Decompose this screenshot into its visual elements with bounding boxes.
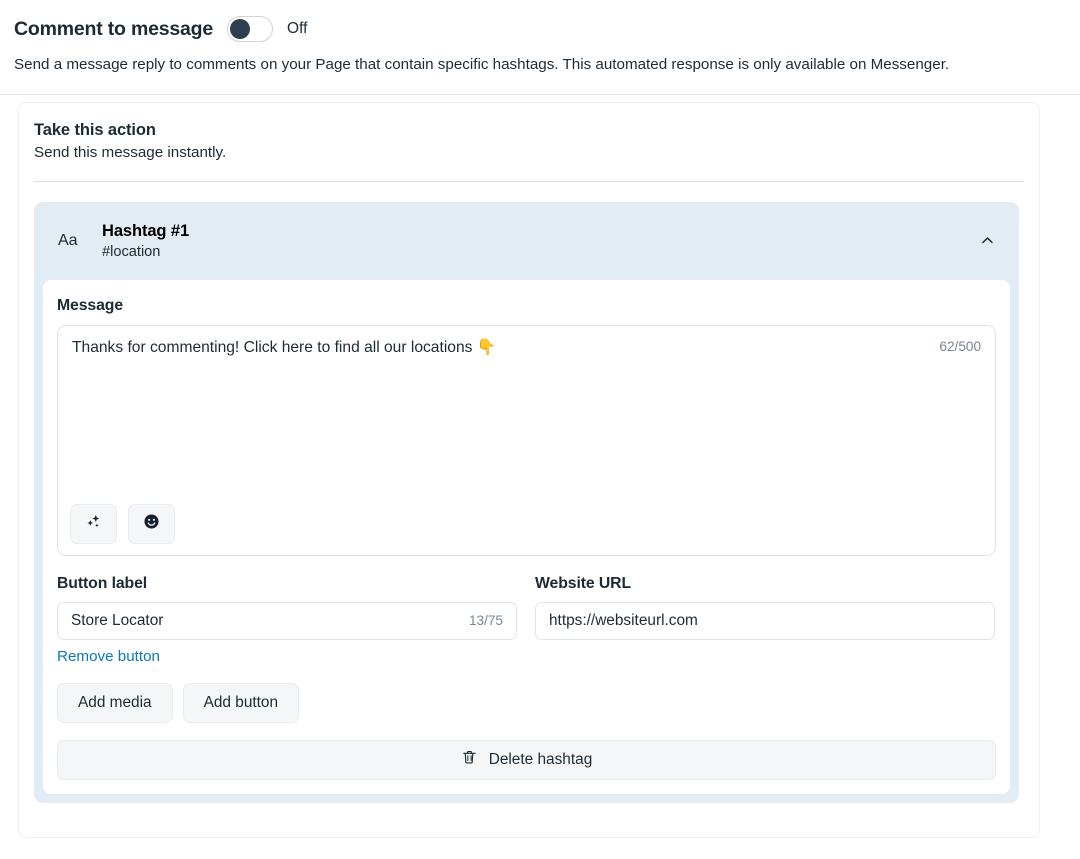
section-divider bbox=[34, 180, 1024, 182]
message-char-counter: 62/500 bbox=[939, 338, 981, 354]
trash-icon bbox=[461, 749, 478, 771]
button-fields-row: Button label Store Locator 13/75 Remove … bbox=[57, 575, 996, 666]
website-url-input[interactable]: https://websiteurl.com bbox=[535, 601, 995, 640]
feature-description: Send a message reply to comments on your… bbox=[14, 56, 950, 73]
website-url-column: Website URL https://websiteurl.com bbox=[535, 575, 995, 666]
title-row: Comment to message Off bbox=[14, 14, 1066, 44]
comment-to-message-toggle[interactable] bbox=[227, 16, 274, 42]
page-title: Comment to message bbox=[14, 17, 214, 40]
add-content-actions: Add media Add button bbox=[57, 682, 996, 723]
toggle-state-label: Off bbox=[287, 20, 308, 37]
emoji-smiley-icon bbox=[142, 512, 161, 536]
hashtag-title: Hashtag #1 bbox=[102, 221, 190, 240]
chevron-up-icon[interactable] bbox=[977, 231, 997, 251]
hashtag-card-body: Message Thanks for commenting! Click her… bbox=[43, 279, 1010, 794]
toggle-knob bbox=[230, 19, 251, 39]
hashtag-card: Aa Hashtag #1 #location Message Thanks f… bbox=[34, 201, 1019, 803]
text-format-aa-icon: Aa bbox=[58, 231, 78, 249]
remove-button-link[interactable]: Remove button bbox=[57, 648, 160, 665]
hashtag-header-texts: Hashtag #1 #location bbox=[102, 222, 977, 260]
message-textarea[interactable]: Thanks for commenting! Click here to fin… bbox=[72, 337, 895, 358]
section-title: Take this action bbox=[34, 120, 156, 139]
feature-header-section: Comment to message Off Send a message re… bbox=[0, 0, 1080, 95]
delete-hashtag-button[interactable]: Delete hashtag bbox=[57, 739, 996, 780]
button-label-column: Button label Store Locator 13/75 Remove … bbox=[57, 575, 517, 666]
add-button-button[interactable]: Add button bbox=[182, 682, 300, 723]
button-label-label: Button label bbox=[57, 574, 148, 592]
emoji-picker-button[interactable] bbox=[128, 503, 175, 544]
message-composer[interactable]: Thanks for commenting! Click here to fin… bbox=[57, 324, 996, 556]
hashtag-value: #location bbox=[102, 243, 161, 260]
button-label-input[interactable]: Store Locator 13/75 bbox=[57, 601, 517, 640]
ai-sparkles-button[interactable] bbox=[70, 503, 117, 544]
website-url-label: Website URL bbox=[535, 574, 632, 592]
take-this-action-card: Take this action Send this message insta… bbox=[18, 101, 1040, 838]
ai-sparkles-icon bbox=[84, 512, 103, 536]
website-url-value[interactable]: https://websiteurl.com bbox=[549, 612, 981, 630]
composer-toolbar bbox=[70, 503, 175, 544]
hashtag-card-header[interactable]: Aa Hashtag #1 #location bbox=[34, 202, 1019, 280]
message-label: Message bbox=[57, 296, 124, 314]
delete-hashtag-label: Delete hashtag bbox=[488, 750, 593, 768]
button-label-value[interactable]: Store Locator bbox=[71, 612, 469, 630]
add-media-button[interactable]: Add media bbox=[57, 682, 173, 723]
section-subtitle: Send this message instantly. bbox=[34, 143, 227, 161]
button-label-char-counter: 13/75 bbox=[468, 613, 503, 629]
